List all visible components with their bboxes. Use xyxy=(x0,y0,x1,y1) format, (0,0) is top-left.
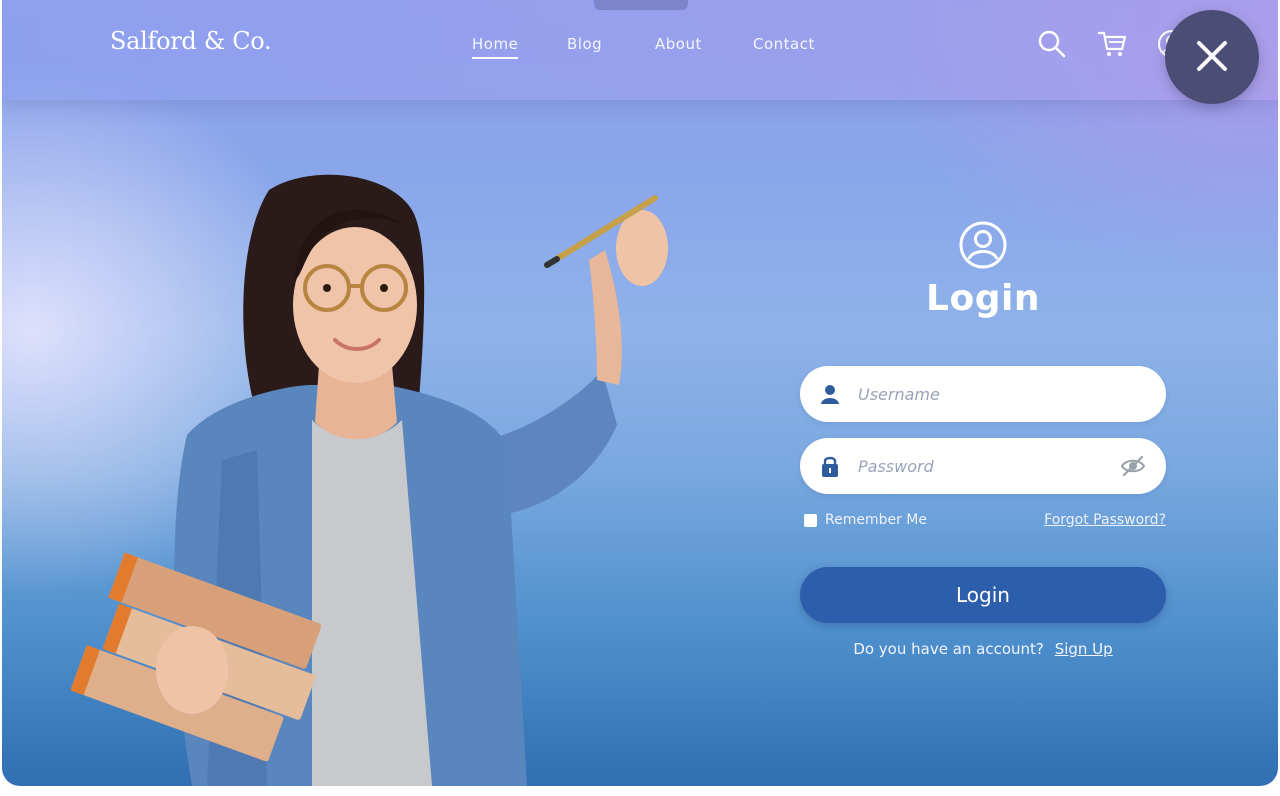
nav-link-about[interactable]: About xyxy=(655,35,702,53)
top-navbar: Salford & Co. Home Blog About Contact xyxy=(2,0,1278,100)
signup-line: Do you have an account? Sign Up xyxy=(800,640,1166,658)
signup-prompt: Do you have an account? xyxy=(853,640,1044,658)
remember-me[interactable]: Remember Me xyxy=(804,512,927,528)
remember-me-label: Remember Me xyxy=(825,512,927,528)
username-input[interactable] xyxy=(858,366,1108,422)
user-icon xyxy=(821,385,839,404)
brand-logo[interactable]: Salford & Co. xyxy=(110,27,272,55)
login-title: Login xyxy=(926,278,1040,319)
close-button[interactable] xyxy=(1165,10,1259,104)
signup-link[interactable]: Sign Up xyxy=(1055,640,1113,658)
password-input[interactable] xyxy=(858,438,1108,494)
username-field[interactable] xyxy=(800,366,1166,422)
remember-me-checkbox[interactable] xyxy=(804,513,817,527)
lock-icon xyxy=(822,456,838,477)
student-illustration xyxy=(70,174,668,786)
cart-icon[interactable] xyxy=(1096,28,1128,60)
app-window: Salford & Co. Home Blog About Contact Lo… xyxy=(2,0,1278,786)
password-field[interactable] xyxy=(800,438,1166,494)
drag-handle[interactable] xyxy=(594,0,688,10)
login-button[interactable]: Login xyxy=(800,567,1166,623)
nav-link-contact[interactable]: Contact xyxy=(753,35,815,53)
user-avatar-icon xyxy=(959,221,1007,269)
eye-off-icon[interactable] xyxy=(1120,454,1146,478)
nav-link-blog[interactable]: Blog xyxy=(567,35,602,53)
close-icon xyxy=(1197,41,1227,71)
nav-link-home[interactable]: Home xyxy=(472,35,519,59)
forgot-password-link[interactable]: Forgot Password? xyxy=(1044,512,1166,528)
search-icon[interactable] xyxy=(1036,28,1068,60)
